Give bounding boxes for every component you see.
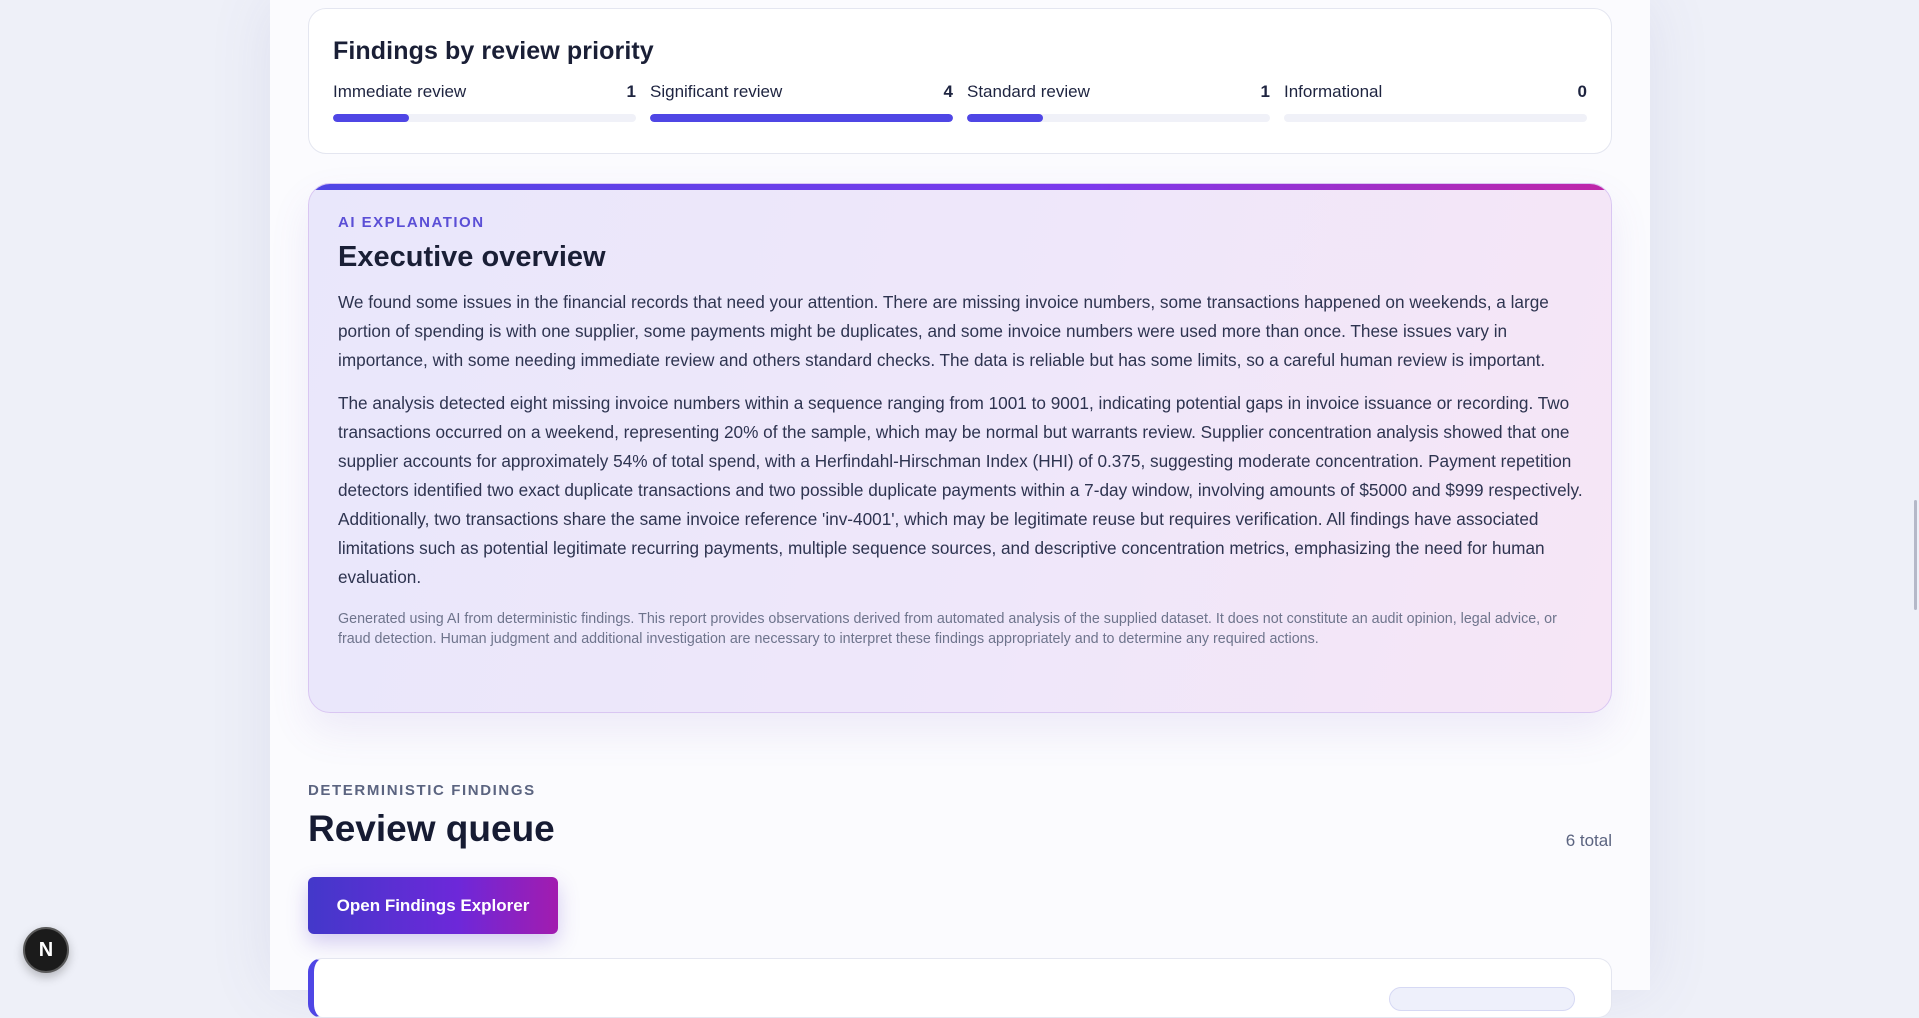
priority-count: 1 — [1260, 82, 1270, 101]
priority-label: Immediate review — [333, 82, 467, 101]
ai-eyebrow: AI EXPLANATION — [338, 214, 485, 231]
ai-paragraph: We found some issues in the financial re… — [338, 292, 1549, 370]
priority-bar-fill — [333, 114, 409, 122]
ai-paragraph: The analysis detected eight missing invo… — [338, 393, 1583, 587]
priority-bar-track — [1284, 114, 1587, 122]
review-queue-title: Review queue — [308, 808, 555, 849]
priority-bar-fill — [650, 114, 953, 122]
priority-count: 1 — [626, 82, 636, 101]
priority-bar-track — [650, 114, 953, 122]
priority-item-standard: Standard review 1 — [967, 82, 1270, 122]
review-queue-total: 6 total — [1565, 831, 1612, 850]
priority-bar-track — [333, 114, 636, 122]
finding-card[interactable] — [308, 958, 1612, 1018]
dev-tools-button[interactable]: N — [23, 927, 69, 973]
ai-disclaimer: Generated using AI from deterministic fi… — [338, 611, 1557, 647]
status-badge — [1389, 987, 1575, 1011]
priority-item-informational: Informational 0 — [1284, 82, 1587, 122]
priority-label: Informational — [1284, 82, 1383, 101]
priority-label: Significant review — [650, 82, 783, 101]
report-page: Findings by review priority Immediate re… — [270, 0, 1650, 1018]
review-queue-eyebrow: DETERMINISTIC FINDINGS — [308, 782, 536, 799]
priority-count: 0 — [1577, 82, 1587, 101]
n-logo-icon: N — [38, 938, 54, 961]
priority-item-immediate: Immediate review 1 — [333, 82, 636, 122]
ai-explanation-card: AI EXPLANATION Executive overview We fou… — [308, 183, 1612, 713]
scrollbar-thumb[interactable] — [1914, 500, 1917, 610]
open-findings-explorer-button[interactable]: Open Findings Explorer — [308, 877, 558, 934]
priority-count: 4 — [943, 82, 953, 101]
priority-label: Standard review — [967, 82, 1090, 101]
priority-bar-track — [967, 114, 1270, 122]
priority-title: Findings by review priority — [333, 37, 654, 65]
ai-title: Executive overview — [338, 241, 606, 273]
priority-bar-fill — [967, 114, 1043, 122]
priority-card: Findings by review priority Immediate re… — [308, 8, 1612, 154]
priority-grid: Immediate review 1 Significant review 4 … — [333, 82, 1587, 122]
priority-item-significant: Significant review 4 — [650, 82, 953, 122]
